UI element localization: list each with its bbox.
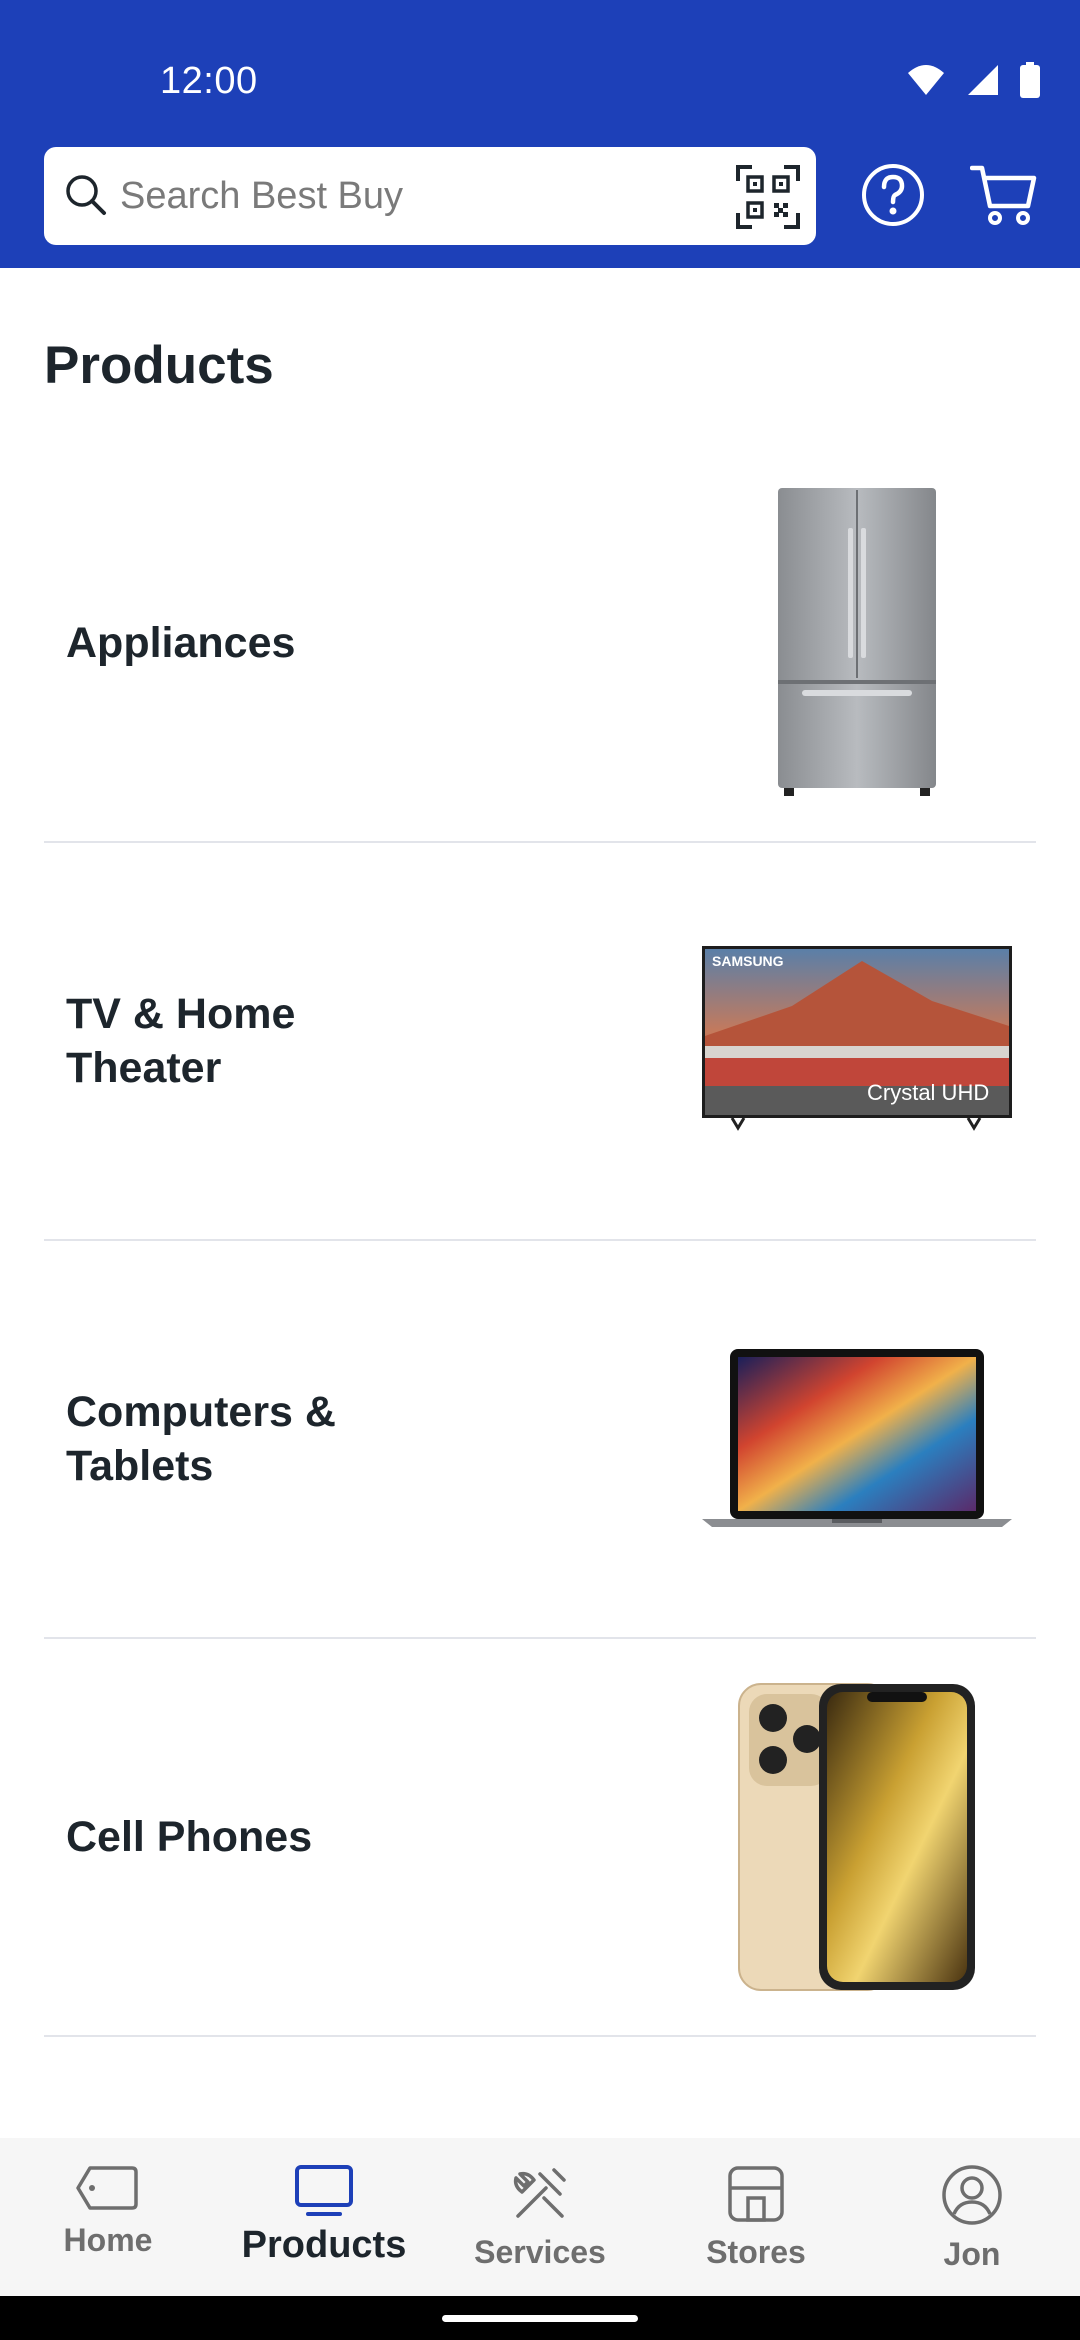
- nav-item-account[interactable]: Jon: [864, 2138, 1080, 2296]
- search-bar[interactable]: [44, 147, 816, 245]
- category-row-appliances[interactable]: Appliances: [44, 445, 1036, 843]
- nav-label: Jon: [943, 2236, 1001, 2272]
- nav-item-products[interactable]: Products: [216, 2138, 432, 2296]
- tag-icon: [76, 2166, 138, 2210]
- category-label: TV & Home Theater: [66, 990, 296, 1092]
- app-screen: 12:00 Search Best Buy Products Appliance…: [0, 0, 1080, 2340]
- phone-image: [702, 1677, 1012, 1997]
- category-label: Appliances: [66, 619, 296, 667]
- tv-caption-text: Crystal UHD: [867, 1080, 989, 1105]
- category-label: Computers & Tablets: [66, 1388, 336, 1490]
- status-time: 12:00: [160, 60, 258, 102]
- status-bar: 12:00: [0, 0, 1080, 145]
- tv-brand-text: SAMSUNG: [712, 953, 784, 969]
- category-row-cell-phones[interactable]: Cell Phones: [44, 1639, 1036, 2037]
- category-row-tv-home-theater[interactable]: TV & Home Theater SAMSUNG Crystal UHD: [44, 843, 1036, 1241]
- home-gesture-handle[interactable]: [442, 2315, 638, 2322]
- status-icons: [906, 62, 1040, 98]
- cart-icon[interactable]: [970, 162, 1038, 228]
- monitor-icon: [295, 2165, 353, 2216]
- bottom-nav: Home Products Services Stores Jon: [0, 2138, 1080, 2296]
- category-row-computers-tablets[interactable]: Computers & Tablets: [44, 1241, 1036, 1639]
- user-icon: [942, 2165, 1002, 2225]
- nav-label: Products: [241, 2224, 407, 2266]
- signal-icon: [968, 65, 998, 95]
- header: 12:00: [0, 0, 1080, 268]
- tools-icon: [513, 2168, 566, 2218]
- nav-item-stores[interactable]: Stores: [648, 2138, 864, 2296]
- laptop-image: [702, 1279, 1012, 1599]
- gesture-bar: [0, 2296, 1080, 2340]
- category-label: Cell Phones: [66, 1813, 313, 1861]
- nav-label: Stores: [706, 2234, 806, 2270]
- search-icon: [66, 175, 106, 215]
- nav-item-services[interactable]: Services: [432, 2138, 648, 2296]
- store-icon: [728, 2166, 784, 2222]
- nav-item-home[interactable]: Home: [0, 2138, 216, 2296]
- nav-label: Home: [63, 2222, 153, 2258]
- qr-code-scanner-icon[interactable]: [736, 165, 800, 229]
- wifi-icon: [908, 65, 944, 95]
- help-icon[interactable]: [860, 162, 926, 228]
- search-input[interactable]: [120, 147, 760, 245]
- page-title: Products: [44, 336, 274, 395]
- battery-icon: [1020, 62, 1040, 98]
- tv-image: SAMSUNG Crystal UHD: [702, 881, 1012, 1201]
- category-list: Appliances TV & Home Theater SAMSUNG Cry…: [44, 445, 1036, 2340]
- nav-label: Services: [474, 2234, 606, 2270]
- refrigerator-image: [702, 483, 1012, 803]
